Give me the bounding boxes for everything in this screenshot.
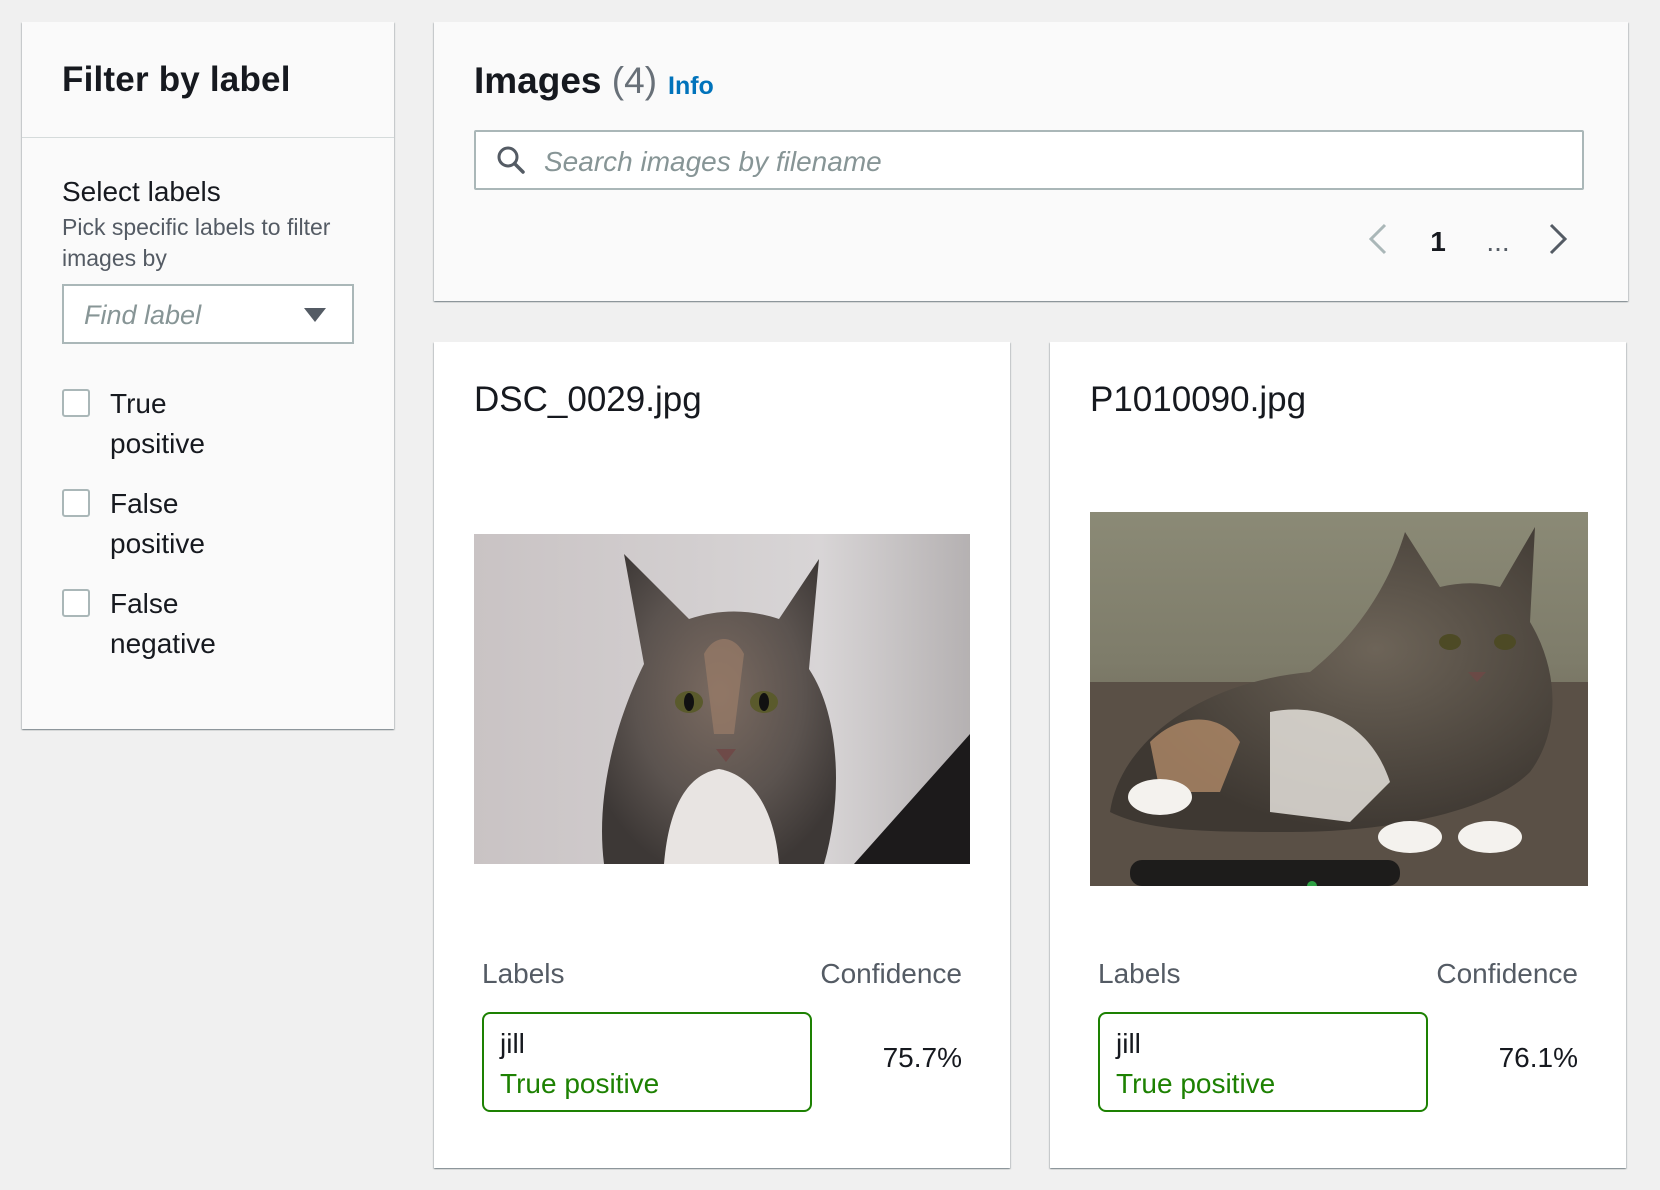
filter-panel: Filter by label Select labels Pick speci… — [22, 22, 394, 729]
label-name: jill — [500, 1028, 525, 1059]
confidence-value: 76.1% — [1498, 1042, 1578, 1073]
image-filename: DSC_0029.jpg — [474, 380, 702, 419]
filter-option-false-positive[interactable]: False positive — [62, 484, 354, 584]
info-link[interactable]: Info — [668, 72, 714, 101]
search-placeholder: Search images by filename — [544, 146, 882, 177]
checkbox[interactable] — [62, 489, 90, 517]
checkbox-label: False negative — [110, 588, 216, 659]
images-title: Images (4) — [474, 60, 657, 102]
image-filename: P1010090.jpg — [1090, 380, 1307, 419]
chevron-right-icon — [1549, 223, 1568, 254]
search-icon — [497, 146, 525, 174]
chevron-left-icon — [1368, 223, 1387, 254]
find-label-placeholder: Find label — [84, 300, 202, 330]
checkbox[interactable] — [62, 589, 90, 617]
label-name: jill — [1116, 1028, 1141, 1059]
label-tag: jill True positive — [1098, 1012, 1428, 1112]
select-labels-description: Pick specific labels to filter images by — [62, 214, 331, 271]
confidence-value: 75.7% — [882, 1042, 962, 1073]
select-labels-title: Select labels — [62, 176, 221, 207]
caret-down-icon — [304, 308, 326, 322]
label-status: True positive — [1116, 1068, 1276, 1099]
images-panel: Images (4) Info Search images by filenam… — [434, 22, 1628, 301]
label-status: True positive — [500, 1068, 660, 1099]
confidence-header: Confidence — [820, 958, 962, 989]
previous-page-button[interactable] — [1348, 222, 1408, 263]
confidence-header: Confidence — [1436, 958, 1578, 989]
filter-option-true-positive[interactable]: True positive — [62, 384, 354, 484]
find-label-dropdown[interactable]: Find label — [62, 284, 354, 344]
search-input[interactable]: Search images by filename — [474, 130, 1584, 190]
labels-header: Labels — [1098, 958, 1181, 989]
cat-photo-image — [474, 534, 970, 864]
filter-option-false-negative[interactable]: False negative — [62, 584, 354, 684]
filter-header: Filter by label — [22, 22, 394, 138]
image-card[interactable]: P1010090.jpg Labels Confidence jill True… — [1050, 342, 1626, 1168]
checkbox-label: True positive — [110, 388, 205, 459]
filter-title: Filter by label — [62, 60, 291, 99]
checkbox-label: False positive — [110, 488, 205, 559]
label-tag: jill True positive — [482, 1012, 812, 1112]
page-ellipsis: ... — [1486, 226, 1510, 257]
page-1-button[interactable]: 1 — [1408, 226, 1468, 258]
image-card[interactable]: DSC_0029.jpg Labels Confidence jill True… — [434, 342, 1010, 1168]
next-page-button[interactable] — [1528, 222, 1588, 263]
images-count: (4) — [611, 60, 658, 101]
labels-header: Labels — [482, 958, 565, 989]
pagination: 1 ... — [1348, 222, 1588, 262]
cat-photo-image — [1090, 512, 1588, 886]
images-title-text: Images — [474, 60, 602, 101]
checkbox[interactable] — [62, 389, 90, 417]
